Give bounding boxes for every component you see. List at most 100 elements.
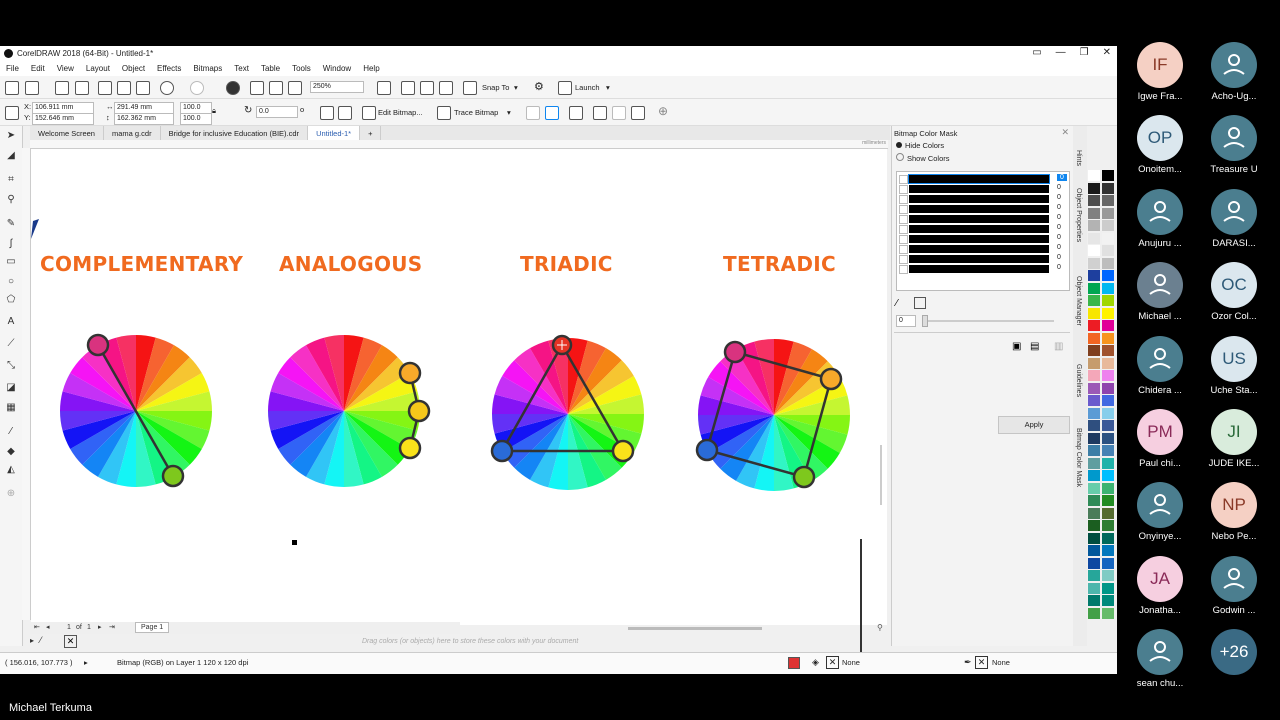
ellipse-tool-icon[interactable]: ○ [5,276,17,288]
palette-swatch[interactable] [1088,357,1100,369]
resample-icon[interactable] [545,106,559,120]
rotation-input[interactable]: 0.0 [256,106,298,118]
launch-icon[interactable] [558,81,572,95]
mask-row-checkbox[interactable] [899,255,908,264]
menu-text[interactable]: Text [228,62,255,76]
palette-swatch[interactable] [1102,582,1114,594]
mask-row-checkbox[interactable] [899,185,908,194]
menu-layout[interactable]: Layout [80,62,116,76]
zoom-level-select[interactable]: 250% [310,81,364,93]
palette-swatch[interactable] [1088,270,1100,281]
connector-tool-icon[interactable]: ⤡ [5,360,17,372]
palette-swatch[interactable] [1102,482,1114,494]
participant-tile[interactable]: JA Jonatha... [1120,555,1200,616]
palette-swatch[interactable] [1088,295,1100,306]
mask-row-checkbox[interactable] [899,245,908,254]
show-rulers-icon[interactable] [401,81,415,95]
crop-tool-icon[interactable]: ⌗ [5,174,17,186]
last-page-icon[interactable]: ⇥ [109,623,115,631]
participant-tile[interactable]: OC Ozor Col... [1194,262,1274,322]
palette-swatch[interactable] [1088,432,1100,444]
save-icon[interactable] [55,81,69,95]
crop-bitmap-icon[interactable] [526,106,540,120]
artistic-media-icon[interactable]: ∫ [5,238,17,250]
shape-tool-icon[interactable]: ◢ [5,150,17,162]
palette-swatch[interactable] [1102,420,1114,431]
chevron-down-icon[interactable]: ▾ [606,83,610,92]
undo-icon[interactable] [160,81,174,95]
palette-swatch[interactable] [1088,332,1100,344]
palette-swatch[interactable] [1102,345,1114,356]
fill-icon[interactable]: ◈ [812,657,819,668]
palette-swatch[interactable] [1102,357,1114,369]
palette-swatch[interactable] [1088,207,1100,219]
palette-swatch[interactable] [1088,595,1100,606]
participant-tile[interactable]: Godwin ... [1194,555,1274,616]
open-mask-icon[interactable]: ▤ [1030,341,1039,352]
first-page-icon[interactable]: ⇤ [34,623,40,631]
snap-to-dropdown[interactable]: Snap To [482,83,509,92]
eyedropper-icon[interactable]: ⁄ [5,426,17,438]
menu-table[interactable]: Table [255,62,286,76]
palette-swatch[interactable] [1102,545,1114,556]
menu-help[interactable]: Help [357,62,385,76]
wrap-text-icon[interactable] [593,106,607,120]
minimize-button[interactable]: — [1056,47,1066,58]
paste-icon[interactable] [136,81,150,95]
palette-swatch[interactable] [1088,557,1100,569]
color-picker-icon[interactable] [914,297,926,309]
palette-swatch[interactable] [1102,607,1114,619]
menu-bitmaps[interactable]: Bitmaps [187,62,228,76]
palette-swatch[interactable] [1102,432,1114,444]
docker-tab-guidelines[interactable]: Guidelines [1075,364,1082,397]
palette-swatch[interactable] [1088,607,1100,619]
palette-swatch[interactable] [1102,220,1114,231]
participant-tile[interactable]: Anujuru ... [1120,188,1200,249]
mask-row-checkbox[interactable] [899,235,908,244]
participant-tile[interactable]: JI JUDE IKE... [1194,409,1274,469]
outline-pen-icon[interactable]: ✒ [964,657,972,668]
prev-page-icon[interactable]: ◂ [46,623,50,631]
participant-tile[interactable]: Onyinye... [1120,482,1200,542]
mask-color-row[interactable]: 0 [897,184,1069,194]
tolerance-input[interactable]: 0 [896,315,916,327]
close-button[interactable]: ✕ [1103,47,1111,58]
tolerance-slider-thumb[interactable] [922,315,928,327]
palette-swatch[interactable] [1088,307,1100,319]
palette-swatch[interactable] [1102,520,1114,531]
palette-swatch[interactable] [1102,245,1114,256]
palette-swatch[interactable] [1102,382,1114,394]
object-origin-icon[interactable] [5,106,19,120]
menu-edit[interactable]: Edit [25,62,51,76]
y-position-input[interactable]: 152.646 mm [32,113,94,125]
height-input[interactable]: 162.362 mm [114,113,174,125]
palette-swatch[interactable] [1102,557,1114,569]
palette-swatch[interactable] [1088,232,1100,244]
zoom-tool-icon[interactable]: ⚲ [5,194,17,206]
menu-effects[interactable]: Effects [151,62,187,76]
palette-swatch[interactable] [1102,320,1114,331]
no-color-swatch[interactable]: ✕ [64,635,77,648]
palette-swatch[interactable] [1088,345,1100,356]
palette-swatch[interactable] [1088,532,1100,544]
show-grid-icon[interactable] [420,81,434,95]
palette-arrow-icon[interactable]: ▸ [30,636,34,645]
color-eyedropper-icon[interactable]: ⁄ [896,298,898,309]
maximize-button[interactable]: ❐ [1080,47,1089,58]
menu-window[interactable]: Window [317,62,357,76]
menu-tools[interactable]: Tools [286,62,317,76]
eyedropper-icon[interactable]: ⁄ [40,635,42,645]
palette-swatch[interactable] [1102,182,1114,194]
horizontal-scrollbar[interactable] [628,627,762,630]
edit-bitmap-icon[interactable] [362,106,376,120]
freehand-tool-icon[interactable]: ✎ [5,218,17,230]
edit-bitmap-button[interactable]: Edit Bitmap... [378,108,423,117]
bitmap-mask-icon[interactable] [569,106,583,120]
palette-swatch[interactable] [1102,170,1114,181]
palette-swatch[interactable] [1102,470,1114,481]
transparency-icon[interactable]: ▦ [5,402,17,414]
chevron-down-icon[interactable]: ▾ [514,83,518,92]
new-document-icon[interactable] [5,81,19,95]
palette-swatch[interactable] [1088,370,1100,381]
open-icon[interactable] [25,81,39,95]
